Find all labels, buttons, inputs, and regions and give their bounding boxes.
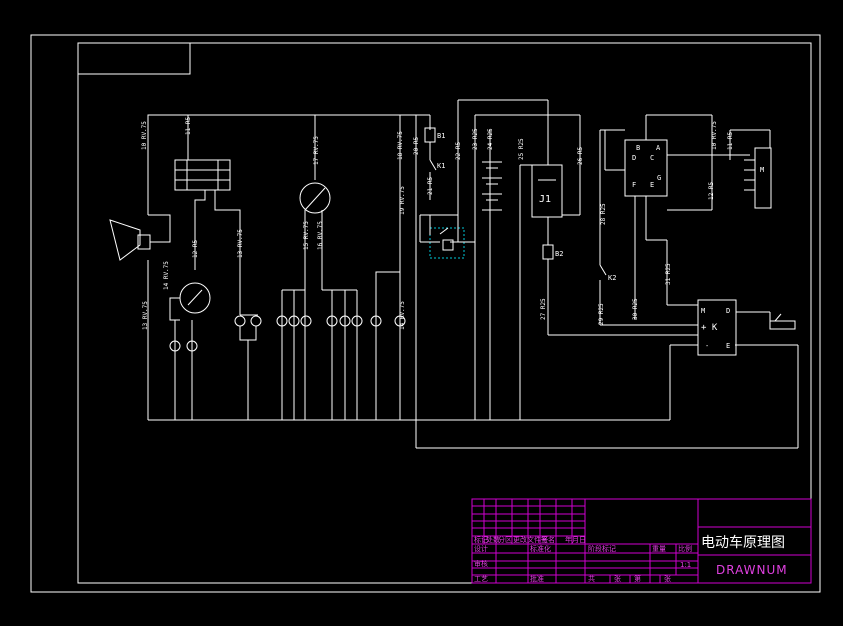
switch-a: A xyxy=(656,144,661,152)
controller xyxy=(669,299,796,420)
label-k1: K1 xyxy=(437,162,445,170)
wire-label: 16 RV.75 xyxy=(317,221,324,250)
relay-area xyxy=(419,99,581,420)
wire-label: 12 R5 xyxy=(708,182,715,200)
tb-row-review: 审核 xyxy=(474,559,488,568)
switch-e: E xyxy=(650,181,654,189)
schematic-svg: B1 K1 J1 B2 K2 M M + K - D E B A D C F E… xyxy=(30,34,821,593)
middle-wiring xyxy=(188,114,799,449)
switch-g: G xyxy=(657,174,661,182)
tb-right-0: 阶段标记 xyxy=(588,544,616,553)
wire-label: 13 RV.75 xyxy=(142,301,149,330)
tb-bottom-1: 张 xyxy=(614,574,621,583)
wire-label: 15 RV.75 xyxy=(303,221,310,250)
wire-label: 14 RV.75 xyxy=(163,261,170,290)
wire-label: 18 RV.75 xyxy=(397,131,404,160)
wire-label: 30 R25 xyxy=(632,298,639,320)
battery xyxy=(482,161,502,211)
left-wiring xyxy=(147,114,670,421)
label-motor: M xyxy=(760,166,764,174)
wire-label: 22 R5 xyxy=(455,142,462,160)
switch-b: B xyxy=(636,144,640,152)
wire-label: 20 R5 xyxy=(413,137,420,155)
wire-label: 10 RV.75 xyxy=(711,121,718,150)
tb-mid-1: 批准 xyxy=(530,574,544,583)
tb-row-design: 设计 xyxy=(474,544,488,553)
label-j1: J1 xyxy=(539,194,551,205)
wire-label: 21 R5 xyxy=(427,177,434,195)
wire-label: 24 R25 xyxy=(487,128,494,150)
tb-bottom-0: 共 xyxy=(588,574,595,583)
relay-coil xyxy=(429,227,465,259)
wire-label: 11 R5 xyxy=(185,117,192,135)
tb-header-2: 分区 xyxy=(498,535,512,544)
wire-label: 27 R25 xyxy=(540,298,547,320)
label-b1: B1 xyxy=(437,132,445,140)
drawing-canvas: B1 K1 J1 B2 K2 M M + K - D E B A D C F E… xyxy=(0,0,843,626)
wire-label: 17 RV.75 xyxy=(313,136,320,165)
wire-label: 19 RV.75 xyxy=(399,186,406,215)
k2-switch xyxy=(599,129,698,326)
tb-scale: 1:1 xyxy=(680,561,691,569)
wire-label: 13 RV.75 xyxy=(237,229,244,258)
tb-row-process: 工艺 xyxy=(474,575,488,583)
tb-right-2: 比例 xyxy=(678,544,692,553)
controller-m: M xyxy=(701,307,705,315)
controller-d: D xyxy=(726,307,730,315)
corner-box xyxy=(77,42,191,75)
wire-label: 31 R25 xyxy=(665,263,672,285)
tb-right-1: 重量 xyxy=(652,545,666,553)
drawing-number: DRAWNUM xyxy=(716,563,788,577)
tb-bottom-3: 张 xyxy=(664,574,671,583)
controller-minus: - xyxy=(705,342,709,350)
wire-label: 28 R25 xyxy=(600,203,607,225)
horn-assembly xyxy=(109,219,165,261)
switch-d: D xyxy=(632,154,636,162)
controller-e: E xyxy=(726,342,730,350)
tb-bottom-2: 第 xyxy=(634,574,641,583)
wire-label: 29 R25 xyxy=(598,303,605,325)
wire-label: 26 R5 xyxy=(577,147,584,165)
switch-f: F xyxy=(632,181,636,189)
tb-mid-0: 标准化 xyxy=(530,544,551,553)
wire-label: 14 RV.75 xyxy=(399,301,406,330)
wire-label: 25 R25 xyxy=(518,138,525,160)
tb-header-4: 签名 xyxy=(541,535,555,544)
label-k2: K2 xyxy=(608,274,616,282)
motor xyxy=(729,129,772,209)
tb-header-5: 年月日 xyxy=(565,535,586,544)
wire-label: 23 R25 xyxy=(472,128,479,150)
wire-label: 11 R5 xyxy=(727,132,734,150)
wire-label: 12 R5 xyxy=(192,240,199,258)
switch-c: C xyxy=(650,154,654,162)
drawing-title: 电动车原理图 xyxy=(701,534,785,551)
wire-label-group: 10 RV.75 11 R5 12 R5 13 RV.75 14 RV.75 15 RV.… xyxy=(141,117,734,330)
label-b2: B2 xyxy=(555,250,563,258)
wire-label: 10 RV.75 xyxy=(141,121,148,150)
controller-plus-k: + K xyxy=(701,323,718,333)
